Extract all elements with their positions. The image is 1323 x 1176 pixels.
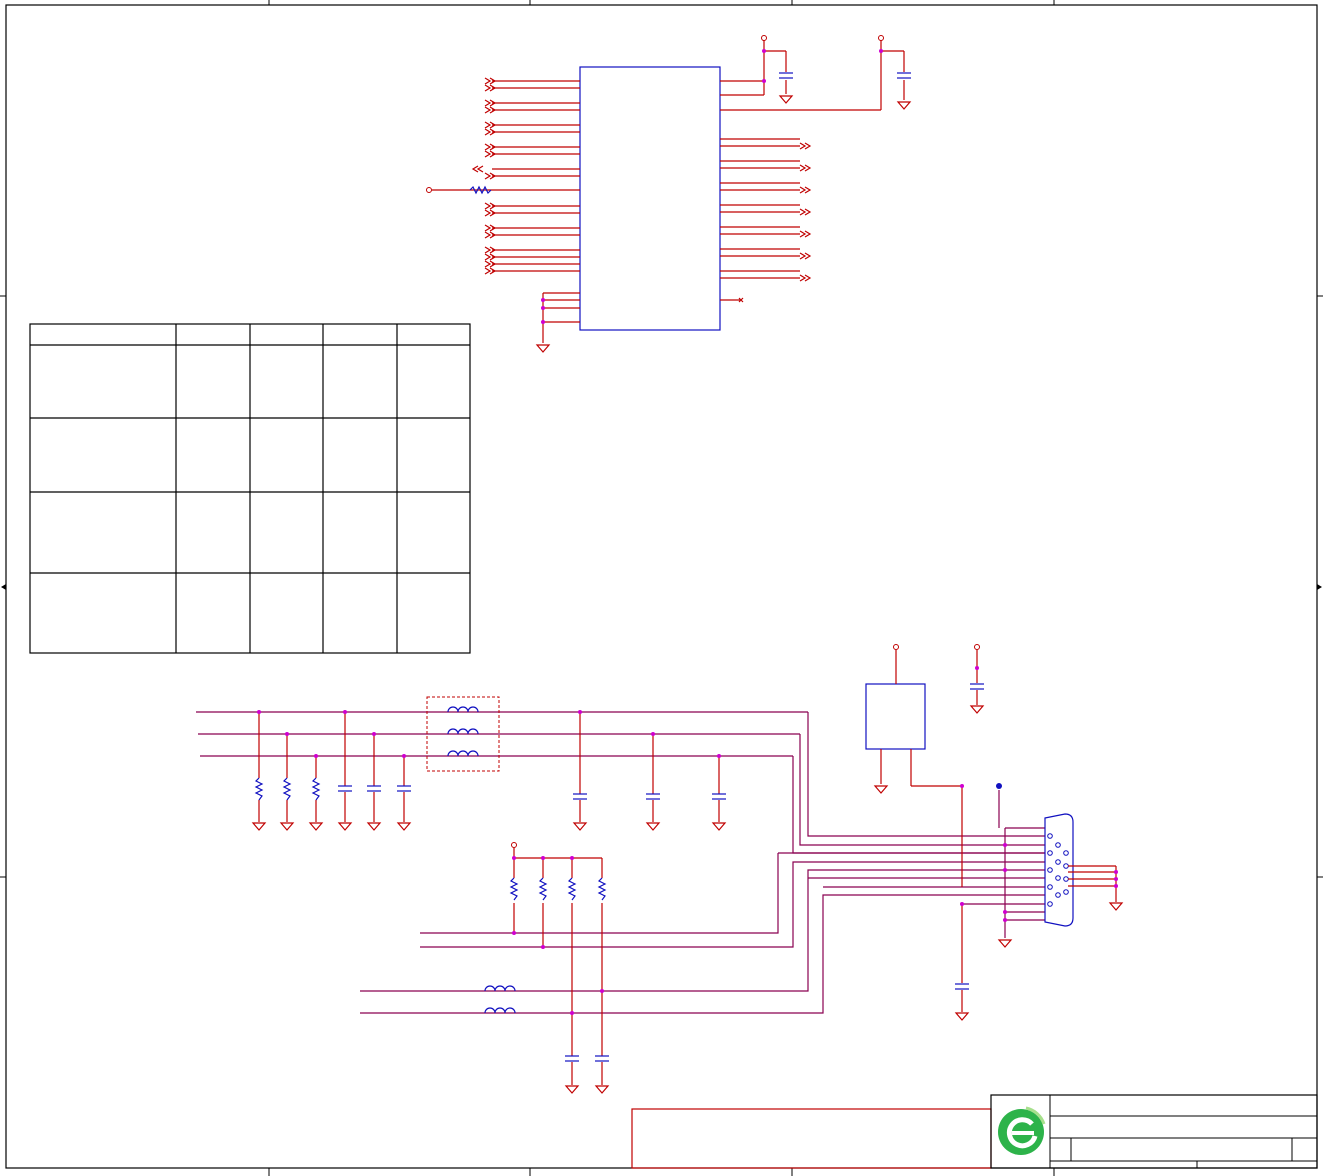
output-filter-caps xyxy=(572,710,727,831)
inductor-icon xyxy=(447,706,479,757)
test-point xyxy=(426,187,432,193)
ic-right-outputs xyxy=(720,138,812,303)
ic-section xyxy=(426,35,912,353)
db9-connector-icon xyxy=(960,783,1124,948)
ic-power-decoupling xyxy=(720,35,912,111)
input-termination xyxy=(251,710,412,831)
ic-left-inputs xyxy=(426,77,580,275)
connector-routing xyxy=(360,712,1045,1014)
schematic-sheet xyxy=(0,0,1323,1176)
pullup-resistor-bank xyxy=(484,842,610,1094)
capacitor-icon xyxy=(779,72,911,79)
ic-ground-pins xyxy=(535,292,580,353)
config-table xyxy=(29,323,471,654)
circular-e-logo-icon xyxy=(998,1106,1046,1155)
filter-section xyxy=(196,644,1124,1094)
small-ic xyxy=(865,644,985,1021)
ground-icon xyxy=(535,344,551,353)
ic-body xyxy=(579,66,721,331)
sheet-border xyxy=(0,0,1323,1176)
title-block xyxy=(631,1094,1318,1169)
